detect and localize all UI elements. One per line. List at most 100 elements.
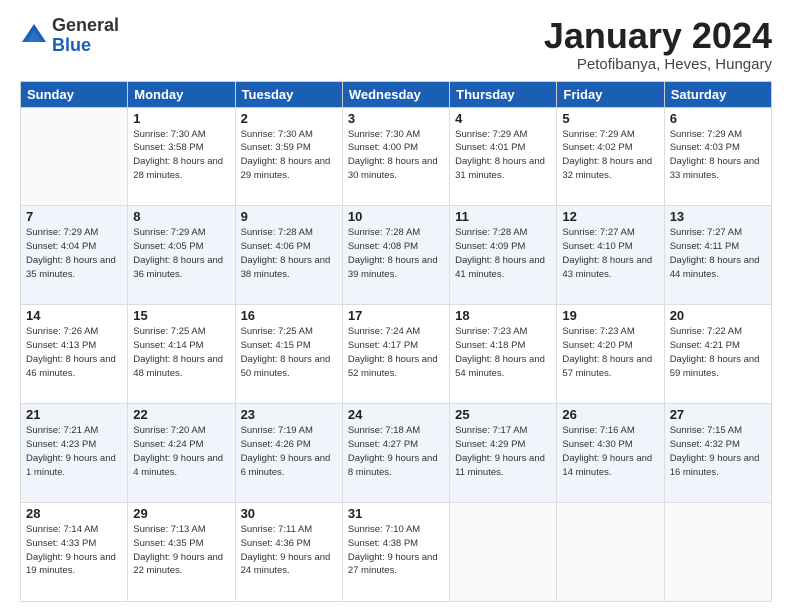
day-info: Sunrise: 7:30 AMSunset: 4:00 PMDaylight:… <box>348 128 444 183</box>
calendar-day-cell: 2Sunrise: 7:30 AMSunset: 3:59 PMDaylight… <box>235 107 342 206</box>
weekday-header: Monday <box>128 81 235 107</box>
day-info: Sunrise: 7:22 AMSunset: 4:21 PMDaylight:… <box>670 325 766 380</box>
weekday-header: Wednesday <box>342 81 449 107</box>
day-info: Sunrise: 7:23 AMSunset: 4:18 PMDaylight:… <box>455 325 551 380</box>
day-number: 4 <box>455 111 551 126</box>
title-block: January 2024 Petofibanya, Heves, Hungary <box>544 16 772 73</box>
calendar-day-cell: 29 Sunrise: 7:13 AMSunset: 4:35 PMDayligh… <box>128 503 235 602</box>
weekday-header: Saturday <box>664 81 771 107</box>
calendar-week-row: 1 Sunrise: 7:30 AMSunset: 3:58 PMDaylight… <box>21 107 772 206</box>
calendar-day-cell: 6Sunrise: 7:29 AMSunset: 4:03 PMDaylight… <box>664 107 771 206</box>
day-number: 24 <box>348 407 444 422</box>
logo-icon <box>20 22 48 50</box>
calendar-day-cell: 16 Sunrise: 7:25 AMSunset: 4:15 PMDayligh… <box>235 305 342 404</box>
day-number: 1 <box>133 111 229 126</box>
day-number: 15 <box>133 308 229 323</box>
calendar-table: SundayMondayTuesdayWednesdayThursdayFrid… <box>20 81 772 602</box>
weekday-header: Thursday <box>450 81 557 107</box>
weekday-header: Friday <box>557 81 664 107</box>
logo: General Blue <box>20 16 119 56</box>
day-number: 10 <box>348 209 444 224</box>
day-number: 30 <box>241 506 337 521</box>
logo-blue-label: Blue <box>52 36 119 56</box>
calendar-day-cell: 23 Sunrise: 7:19 AMSunset: 4:26 PMDayligh… <box>235 404 342 503</box>
weekday-header: Tuesday <box>235 81 342 107</box>
day-info: Sunrise: 7:14 AMSunset: 4:33 PMDaylight:… <box>26 523 122 578</box>
calendar-day-cell: 19 Sunrise: 7:23 AMSunset: 4:20 PMDayligh… <box>557 305 664 404</box>
calendar-day-cell <box>664 503 771 602</box>
calendar-day-cell: 7 Sunrise: 7:29 AMSunset: 4:04 PMDaylight… <box>21 206 128 305</box>
day-info: Sunrise: 7:29 AMSunset: 4:03 PMDaylight:… <box>670 128 766 183</box>
day-info: Sunrise: 7:29 AMSunset: 4:01 PMDaylight:… <box>455 128 551 183</box>
calendar-day-cell: 8 Sunrise: 7:29 AMSunset: 4:05 PMDaylight… <box>128 206 235 305</box>
day-number: 8 <box>133 209 229 224</box>
day-info: Sunrise: 7:10 AMSunset: 4:38 PMDaylight:… <box>348 523 444 578</box>
logo-text: General Blue <box>52 16 119 56</box>
month-title: January 2024 <box>544 16 772 56</box>
day-info: Sunrise: 7:25 AMSunset: 4:15 PMDaylight:… <box>241 325 337 380</box>
day-info: Sunrise: 7:26 AMSunset: 4:13 PMDaylight:… <box>26 325 122 380</box>
day-info: Sunrise: 7:17 AMSunset: 4:29 PMDaylight:… <box>455 424 551 479</box>
calendar-header-row: SundayMondayTuesdayWednesdayThursdayFrid… <box>21 81 772 107</box>
page: General Blue January 2024 Petofibanya, H… <box>0 0 792 612</box>
day-info: Sunrise: 7:13 AMSunset: 4:35 PMDaylight:… <box>133 523 229 578</box>
day-info: Sunrise: 7:11 AMSunset: 4:36 PMDaylight:… <box>241 523 337 578</box>
calendar-day-cell <box>557 503 664 602</box>
calendar-day-cell: 30 Sunrise: 7:11 AMSunset: 4:36 PMDayligh… <box>235 503 342 602</box>
day-number: 21 <box>26 407 122 422</box>
calendar-day-cell: 12Sunrise: 7:27 AMSunset: 4:10 PMDayligh… <box>557 206 664 305</box>
day-info: Sunrise: 7:25 AMSunset: 4:14 PMDaylight:… <box>133 325 229 380</box>
calendar-day-cell: 24Sunrise: 7:18 AMSunset: 4:27 PMDayligh… <box>342 404 449 503</box>
calendar-day-cell: 25 Sunrise: 7:17 AMSunset: 4:29 PMDayligh… <box>450 404 557 503</box>
day-number: 29 <box>133 506 229 521</box>
day-number: 3 <box>348 111 444 126</box>
day-info: Sunrise: 7:28 AMSunset: 4:06 PMDaylight:… <box>241 226 337 281</box>
calendar-day-cell: 17Sunrise: 7:24 AMSunset: 4:17 PMDayligh… <box>342 305 449 404</box>
day-number: 16 <box>241 308 337 323</box>
day-number: 9 <box>241 209 337 224</box>
day-number: 27 <box>670 407 766 422</box>
calendar-week-row: 7 Sunrise: 7:29 AMSunset: 4:04 PMDaylight… <box>21 206 772 305</box>
day-number: 25 <box>455 407 551 422</box>
calendar-day-cell: 5Sunrise: 7:29 AMSunset: 4:02 PMDaylight… <box>557 107 664 206</box>
day-number: 28 <box>26 506 122 521</box>
day-info: Sunrise: 7:29 AMSunset: 4:02 PMDaylight:… <box>562 128 658 183</box>
day-number: 22 <box>133 407 229 422</box>
day-info: Sunrise: 7:15 AMSunset: 4:32 PMDaylight:… <box>670 424 766 479</box>
calendar-day-cell: 27 Sunrise: 7:15 AMSunset: 4:32 PMDayligh… <box>664 404 771 503</box>
calendar-day-cell: 22 Sunrise: 7:20 AMSunset: 4:24 PMDayligh… <box>128 404 235 503</box>
calendar-day-cell: 15 Sunrise: 7:25 AMSunset: 4:14 PMDayligh… <box>128 305 235 404</box>
calendar-day-cell: 11Sunrise: 7:28 AMSunset: 4:09 PMDayligh… <box>450 206 557 305</box>
location: Petofibanya, Heves, Hungary <box>544 56 772 73</box>
calendar-day-cell: 3 Sunrise: 7:30 AMSunset: 4:00 PMDaylight… <box>342 107 449 206</box>
calendar-day-cell: 9 Sunrise: 7:28 AMSunset: 4:06 PMDaylight… <box>235 206 342 305</box>
day-number: 19 <box>562 308 658 323</box>
day-info: Sunrise: 7:30 AMSunset: 3:59 PMDaylight:… <box>241 128 337 183</box>
day-info: Sunrise: 7:20 AMSunset: 4:24 PMDaylight:… <box>133 424 229 479</box>
calendar-day-cell: 14 Sunrise: 7:26 AMSunset: 4:13 PMDayligh… <box>21 305 128 404</box>
day-number: 7 <box>26 209 122 224</box>
day-number: 31 <box>348 506 444 521</box>
day-info: Sunrise: 7:28 AMSunset: 4:08 PMDaylight:… <box>348 226 444 281</box>
day-info: Sunrise: 7:23 AMSunset: 4:20 PMDaylight:… <box>562 325 658 380</box>
calendar-day-cell: 20 Sunrise: 7:22 AMSunset: 4:21 PMDayligh… <box>664 305 771 404</box>
day-number: 23 <box>241 407 337 422</box>
day-number: 14 <box>26 308 122 323</box>
day-info: Sunrise: 7:29 AMSunset: 4:05 PMDaylight:… <box>133 226 229 281</box>
calendar-day-cell: 31 Sunrise: 7:10 AMSunset: 4:38 PMDayligh… <box>342 503 449 602</box>
day-number: 18 <box>455 308 551 323</box>
calendar-day-cell <box>21 107 128 206</box>
calendar-day-cell: 1 Sunrise: 7:30 AMSunset: 3:58 PMDaylight… <box>128 107 235 206</box>
day-info: Sunrise: 7:16 AMSunset: 4:30 PMDaylight:… <box>562 424 658 479</box>
day-number: 26 <box>562 407 658 422</box>
calendar-week-row: 14 Sunrise: 7:26 AMSunset: 4:13 PMDayligh… <box>21 305 772 404</box>
calendar-week-row: 28 Sunrise: 7:14 AMSunset: 4:33 PMDayligh… <box>21 503 772 602</box>
day-info: Sunrise: 7:27 AMSunset: 4:11 PMDaylight:… <box>670 226 766 281</box>
day-info: Sunrise: 7:21 AMSunset: 4:23 PMDaylight:… <box>26 424 122 479</box>
day-number: 11 <box>455 209 551 224</box>
day-info: Sunrise: 7:30 AMSunset: 3:58 PMDaylight:… <box>133 128 229 183</box>
day-info: Sunrise: 7:29 AMSunset: 4:04 PMDaylight:… <box>26 226 122 281</box>
day-number: 20 <box>670 308 766 323</box>
calendar-day-cell: 13Sunrise: 7:27 AMSunset: 4:11 PMDayligh… <box>664 206 771 305</box>
day-info: Sunrise: 7:19 AMSunset: 4:26 PMDaylight:… <box>241 424 337 479</box>
